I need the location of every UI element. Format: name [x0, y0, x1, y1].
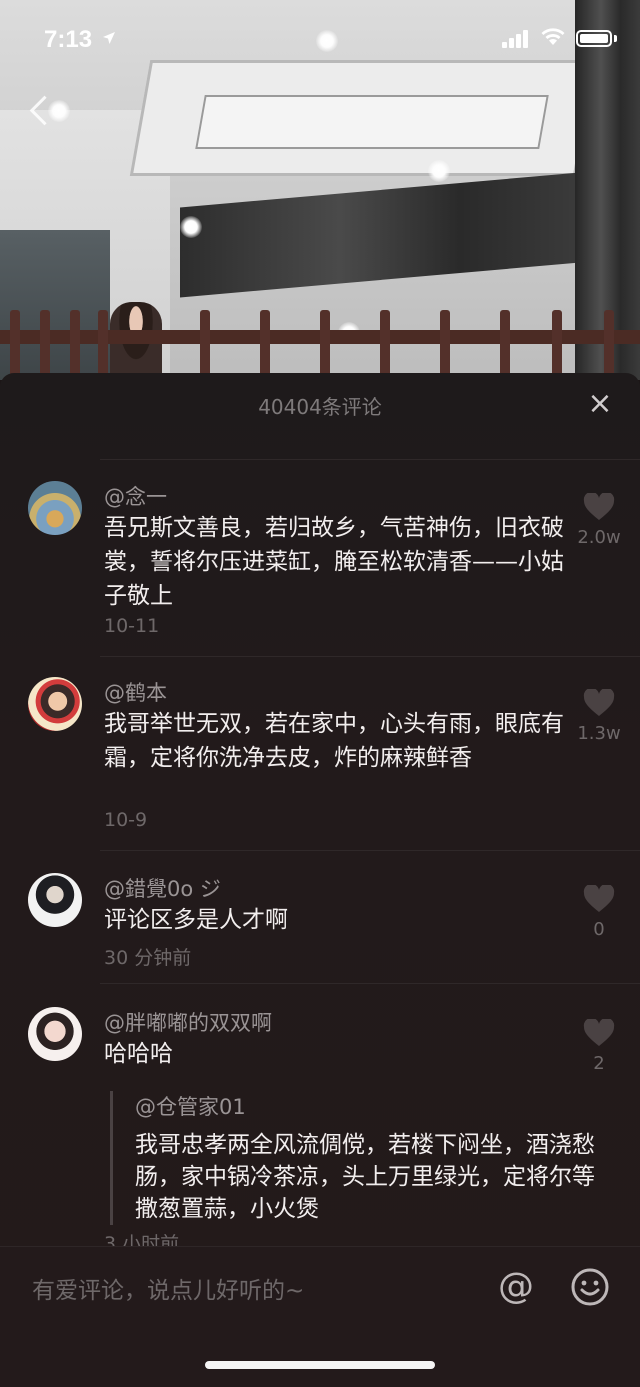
reply-text: 我哥忠孝两全风流倜傥，若楼下闷坐，酒浇愁肠，家中锅冷茶凉，头上万里绿光，定将尔等… — [135, 1132, 595, 1222]
location-arrow-icon — [102, 30, 116, 49]
close-icon[interactable]: × — [584, 389, 616, 421]
wifi-icon — [540, 26, 566, 48]
heart-icon — [583, 493, 615, 520]
comment-date: 10-9 — [104, 809, 148, 831]
baluster — [10, 310, 20, 380]
baluster — [260, 310, 270, 380]
divider — [100, 850, 640, 851]
heart-icon — [583, 689, 615, 716]
avatar[interactable] — [28, 1007, 82, 1061]
baluster — [70, 310, 80, 380]
heart-icon — [583, 885, 615, 912]
comment-text: 吾兄斯文善良，若归故乡，气苦神伤，旧衣破裳，誓将尔压进菜缸，腌至松软清香——小姑… — [104, 515, 564, 609]
heart-icon — [583, 1019, 615, 1046]
status-bar: 7:13 — [0, 0, 640, 80]
baluster — [500, 310, 510, 380]
ceiling-light — [180, 216, 202, 238]
cellular-signal-icon — [502, 30, 532, 48]
comment-username[interactable]: @念一 — [104, 481, 167, 511]
like-button[interactable]: 2.0w — [568, 493, 630, 548]
divider — [100, 459, 640, 460]
ceiling-light — [428, 160, 450, 182]
reply-block: @仓管家01 我哥忠孝两全风流倜傥，若楼下闷坐，酒浇愁肠，家中锅冷茶凉，头上万里… — [110, 1091, 595, 1225]
comment-text: 哈哈哈 — [104, 1041, 173, 1067]
comments-sheet: 40404条评论 × @念一 吾兄斯文善良，若归故乡，气苦神伤，旧衣破裳，誓将尔… — [0, 373, 640, 1386]
reply-username[interactable]: @仓管家01 — [135, 1091, 595, 1121]
marble-beam — [180, 172, 580, 298]
comment-username[interactable]: @錯覺0o ジ — [104, 873, 221, 903]
reply-container: @仓管家01 我哥忠孝两全风流倜傥，若楼下闷坐，酒浇愁肠，家中锅冷茶凉，头上万里… — [0, 1091, 640, 1225]
like-count: 2 — [593, 1053, 605, 1074]
baluster — [98, 310, 108, 380]
comment-date: 30 分钟前 — [104, 947, 192, 969]
baluster — [552, 310, 562, 380]
avatar[interactable] — [28, 873, 82, 927]
avatar[interactable] — [28, 677, 82, 731]
comment-username[interactable]: @胖嘟嘟的双双啊 — [104, 1007, 272, 1037]
divider — [100, 656, 640, 657]
status-time: 7:13 — [44, 26, 93, 53]
like-count: 1.3w — [577, 723, 621, 744]
like-count: 2.0w — [577, 527, 621, 548]
baluster — [604, 310, 614, 380]
battery-cap — [614, 35, 617, 42]
comment-text: 评论区多是人才啊 — [104, 907, 288, 933]
comment-username[interactable]: @鹤本 — [104, 677, 167, 707]
comment-count-title: 40404条评论 — [258, 395, 382, 419]
battery-icon — [576, 30, 612, 47]
comment-text: 我哥举世无双，若在家中，心头有雨，眼底有霜，定将你洗净去皮，炸的麻辣鲜香 — [104, 711, 564, 771]
comment-input-bar: 有爱评论，说点儿好听的~ @ — [0, 1246, 640, 1387]
divider — [100, 983, 640, 984]
comment-date: 10-11 — [104, 615, 160, 637]
home-indicator[interactable] — [205, 1361, 435, 1369]
emoji-icon[interactable] — [570, 1267, 614, 1311]
baluster — [320, 310, 330, 380]
ceiling-inner-panel — [195, 95, 549, 149]
comment-input[interactable]: 有爱评论，说点儿好听的~ — [32, 1271, 304, 1305]
mention-at-icon[interactable]: @ — [494, 1267, 538, 1311]
avatar[interactable] — [28, 481, 82, 535]
like-button[interactable]: 1.3w — [568, 689, 630, 744]
like-button[interactable]: 0 — [568, 885, 630, 940]
baluster — [200, 310, 210, 380]
baluster — [440, 310, 450, 380]
like-button[interactable]: 2 — [568, 1019, 630, 1074]
baluster — [380, 310, 390, 380]
like-count: 0 — [593, 919, 605, 940]
baluster — [40, 310, 50, 380]
